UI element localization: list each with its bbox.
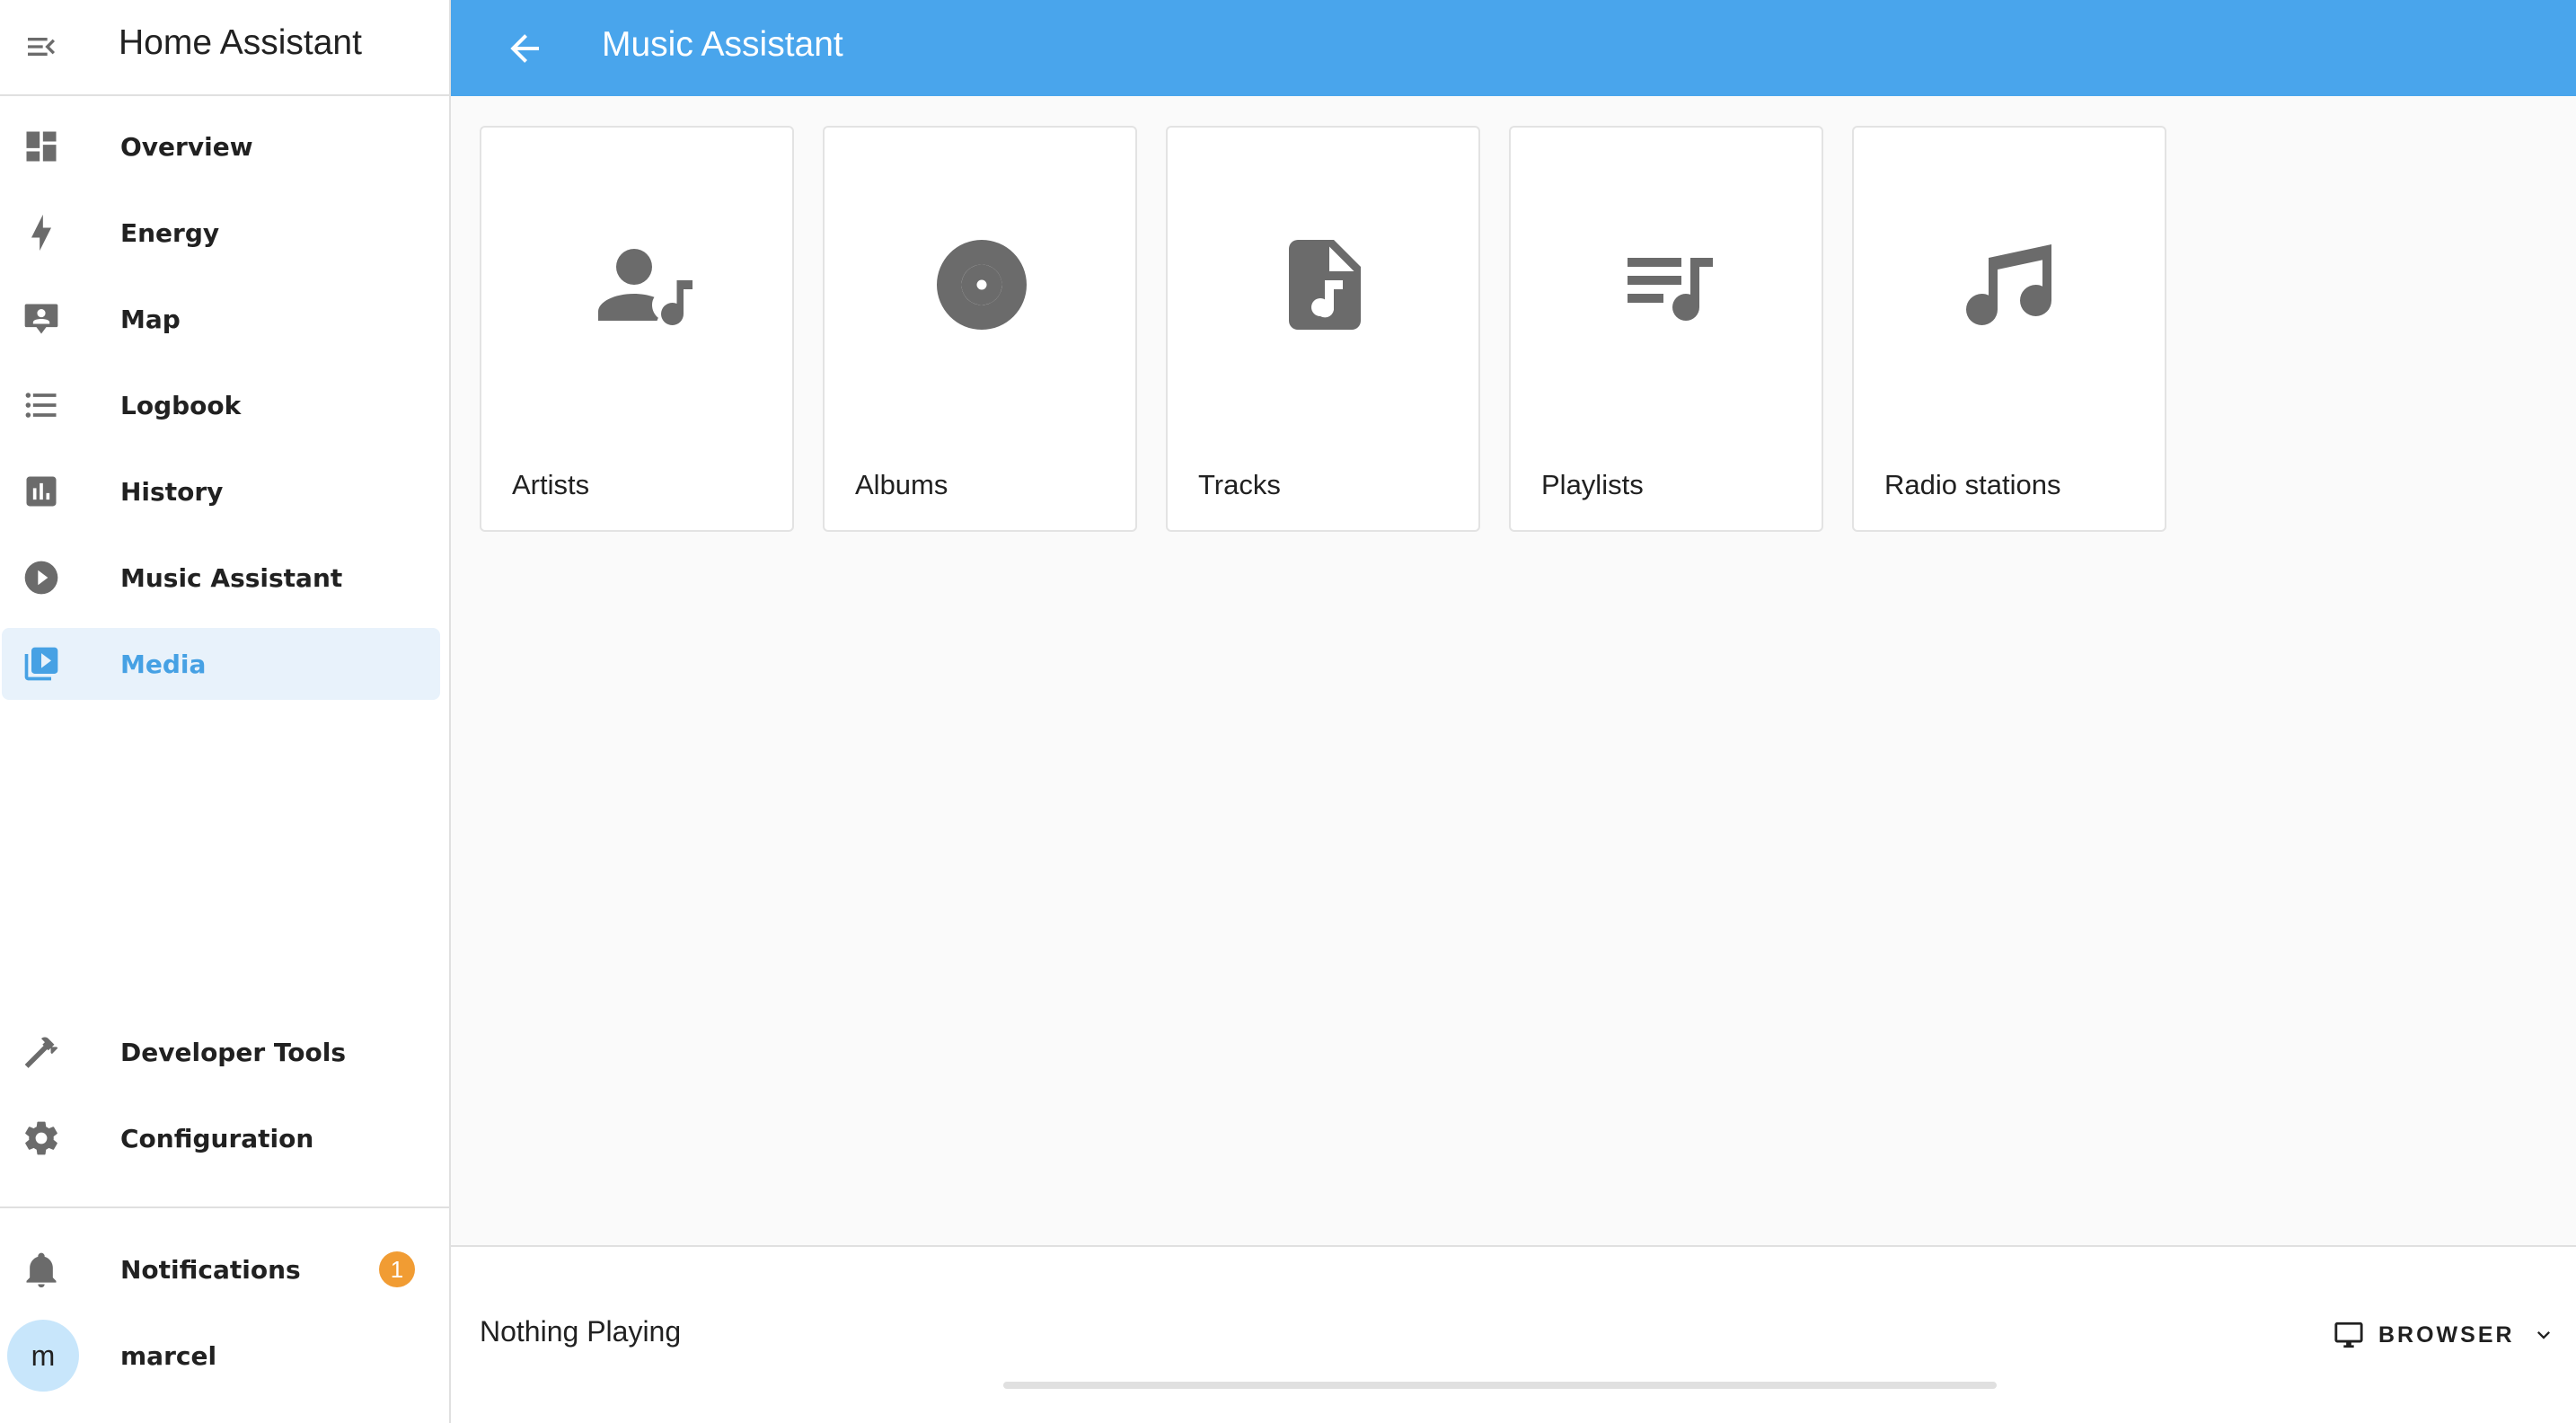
sidebar-item-history[interactable]: History: [2, 455, 440, 527]
app-title: Home Assistant: [119, 23, 362, 62]
sidebar-header: Home Assistant: [0, 0, 449, 96]
back-arrow-icon[interactable]: [503, 27, 546, 70]
top-app-bar: Music Assistant: [451, 0, 2576, 96]
sidebar: Home Assistant Overview Energy Map Logbo…: [0, 0, 451, 1423]
sidebar-item-label: Music Assistant: [120, 562, 343, 593]
file-music-icon: [1289, 240, 1361, 330]
category-card-playlists[interactable]: Playlists: [1509, 126, 1823, 532]
sidebar-item-configuration[interactable]: Configuration: [2, 1102, 440, 1174]
sidebar-item-overview[interactable]: Overview: [2, 110, 440, 182]
monitor-icon: [2334, 1321, 2363, 1348]
now-playing-status: Nothing Playing: [480, 1315, 682, 1348]
sidebar-item-label: Logbook: [120, 390, 242, 420]
chart-box-icon: [26, 476, 57, 507]
hammer-icon: [24, 1037, 58, 1068]
sidebar-item-notifications[interactable]: Notifications 1: [2, 1233, 440, 1305]
dashboard-icon: [26, 131, 57, 162]
sidebar-item-label: Media: [120, 649, 207, 679]
category-label: Tracks: [1198, 469, 1281, 500]
sidebar-divider: [0, 1206, 449, 1208]
sidebar-item-label: Developer Tools: [120, 1037, 347, 1067]
gear-icon: [25, 1121, 57, 1155]
music-note-icon: [1966, 244, 2051, 325]
category-label: Albums: [855, 469, 948, 500]
account-music-icon: [598, 249, 693, 325]
sidebar-item-map[interactable]: Map: [2, 283, 440, 355]
notification-count-badge: 1: [379, 1251, 415, 1287]
player-select-button[interactable]: BROWSER: [2333, 1315, 2556, 1355]
play-circle-icon: [24, 561, 58, 595]
sidebar-item-label: Notifications: [120, 1254, 301, 1285]
category-label: Playlists: [1541, 469, 1644, 500]
page-title: Music Assistant: [602, 25, 843, 64]
menu-toggle-button[interactable]: [22, 27, 61, 66]
playlist-music-icon: [1628, 258, 1713, 321]
bell-icon: [26, 1252, 57, 1288]
sidebar-item-label: History: [120, 476, 224, 507]
album-icon: [937, 240, 1027, 330]
format-list-bulleted-icon: [25, 393, 57, 418]
user-name: marcel: [120, 1340, 217, 1371]
category-label: Radio stations: [1884, 469, 2061, 500]
sidebar-item-music-assistant[interactable]: Music Assistant: [2, 542, 440, 614]
sidebar-item-media[interactable]: Media: [2, 628, 440, 700]
map-account-icon: [24, 304, 58, 334]
category-card-artists[interactable]: Artists: [480, 126, 794, 532]
playback-progress-bar[interactable]: [1003, 1382, 1997, 1389]
player-select-label: BROWSER: [2378, 1321, 2515, 1348]
sidebar-item-label: Map: [120, 304, 181, 334]
media-player-bar: Nothing Playing BROWSER: [451, 1245, 2576, 1423]
category-card-albums[interactable]: Albums: [823, 126, 1137, 532]
sidebar-item-user[interactable]: m marcel: [2, 1320, 440, 1392]
category-card-tracks[interactable]: Tracks: [1166, 126, 1480, 532]
category-label: Artists: [512, 469, 590, 500]
sidebar-item-energy[interactable]: Energy: [2, 197, 440, 269]
sidebar-item-developer-tools[interactable]: Developer Tools: [2, 1016, 440, 1088]
sidebar-item-logbook[interactable]: Logbook: [2, 369, 440, 441]
sidebar-item-label: Overview: [120, 131, 253, 162]
chevron-down-icon: [2536, 1331, 2550, 1339]
menu-open-icon: [28, 38, 55, 56]
lightning-bolt-icon: [31, 214, 51, 252]
category-card-radio-stations[interactable]: Radio stations: [1852, 126, 2166, 532]
sidebar-item-label: Energy: [120, 217, 220, 248]
play-box-multiple-icon: [24, 647, 58, 681]
sidebar-item-label: Configuration: [120, 1123, 314, 1153]
avatar: m: [7, 1320, 79, 1392]
